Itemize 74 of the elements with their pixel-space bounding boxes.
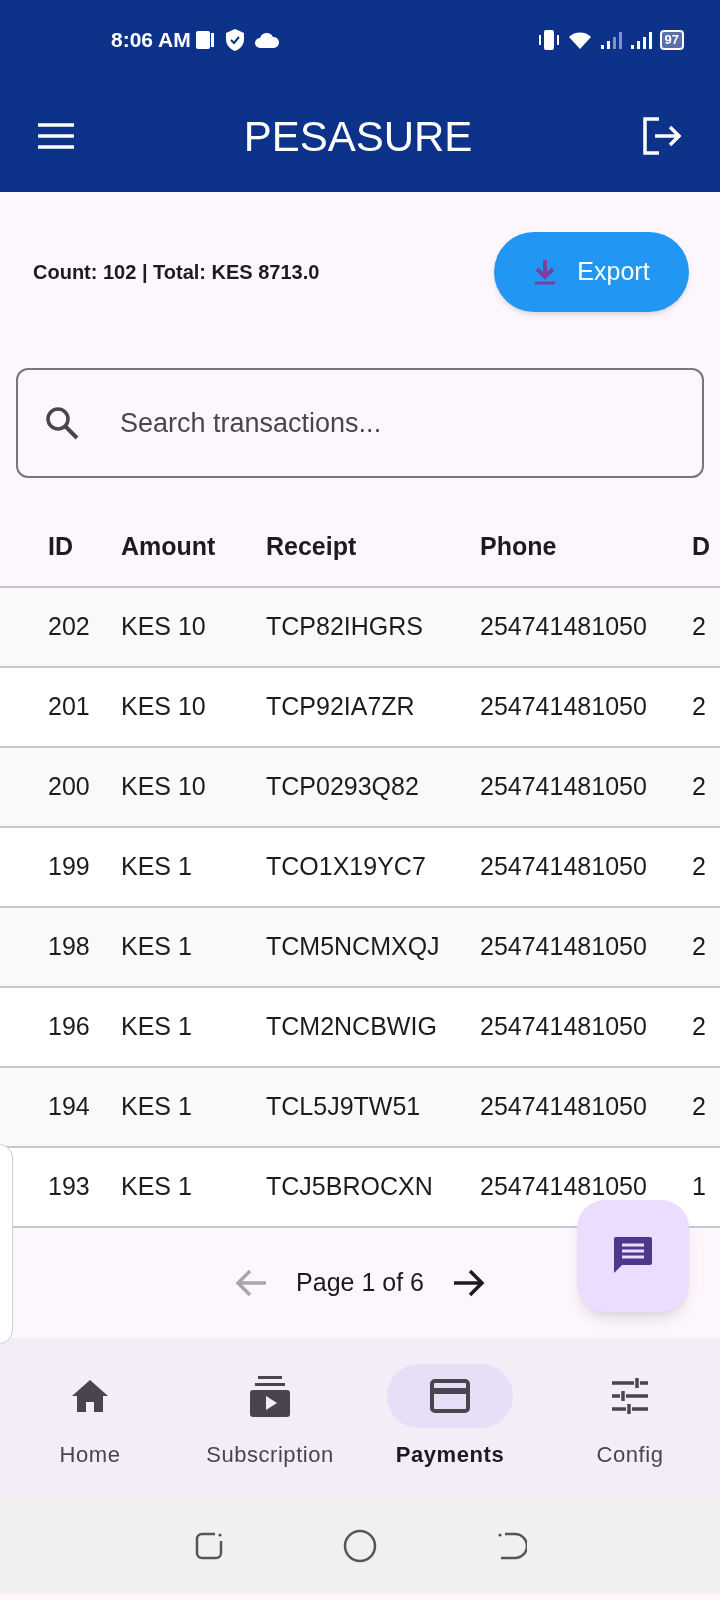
table-cell: 2 [692, 772, 706, 801]
tune-icon [611, 1377, 649, 1415]
table-cell: KES 1 [121, 1012, 192, 1041]
recent-apps-icon[interactable] [193, 1530, 225, 1562]
table-cell: 254741481050 [480, 1012, 647, 1041]
download-icon [533, 258, 558, 286]
next-page-arrow-icon[interactable] [451, 1268, 486, 1298]
nav-label[interactable]: Home [59, 1438, 121, 1471]
table-cell: 254741481050 [480, 612, 647, 641]
table-cell: 202 [48, 612, 90, 641]
table-cell: KES 1 [121, 932, 192, 961]
table-cell: 254741481050 [480, 1172, 647, 1201]
status-time: 8:06 AM [111, 27, 191, 54]
nav-label[interactable]: Config [596, 1438, 664, 1471]
notification-icon [193, 29, 216, 51]
wifi-icon [567, 30, 592, 50]
table-cell: 193 [48, 1172, 90, 1201]
table-cell: 254741481050 [480, 852, 647, 881]
table-cell: 2 [692, 1012, 706, 1041]
table-cell: 2 [692, 612, 706, 641]
page-indicator: Page 1 of 6 [296, 1267, 424, 1299]
table-cell: 198 [48, 932, 90, 961]
signal-icon [599, 30, 624, 50]
table-cell: 196 [48, 1012, 90, 1041]
home-icon [70, 1378, 110, 1414]
column-header: D [692, 532, 711, 561]
battery-indicator: 97 [659, 30, 684, 50]
table-cell: 194 [48, 1092, 90, 1121]
table-cell: 201 [48, 692, 90, 721]
table-cell: 2 [692, 852, 706, 881]
table-cell: KES 1 [121, 1092, 192, 1121]
table-cell: TCM5NCMXQJ [266, 932, 440, 961]
vibrate-icon [537, 28, 560, 52]
table-cell: 200 [48, 772, 90, 801]
home-button-icon[interactable] [343, 1529, 377, 1563]
table-cell: 254741481050 [480, 932, 647, 961]
table-cell: TCJ5BROCXN [266, 1172, 433, 1201]
table-cell: TCM2NCBWIG [266, 1012, 437, 1041]
search-icon [44, 405, 80, 441]
table-cell: TCP0293Q82 [266, 772, 419, 801]
cloud-icon [253, 31, 280, 49]
app-title: PESASURE [243, 111, 473, 162]
column-header: Amount [121, 532, 216, 561]
column-header: ID [48, 532, 73, 561]
table-cell: 254741481050 [480, 692, 647, 721]
search-field[interactable]: Search transactions... [16, 368, 704, 478]
menu-icon[interactable] [37, 122, 75, 150]
table-cell: TCP82IHGRS [266, 612, 423, 641]
column-header: Receipt [266, 532, 357, 561]
nav-label[interactable]: Payments [395, 1438, 505, 1471]
table-cell: 2 [692, 932, 706, 961]
subscriptions-icon [250, 1375, 290, 1417]
signal-icon [629, 30, 654, 50]
table-cell: TCO1X19YC7 [266, 852, 426, 881]
logout-icon[interactable] [641, 117, 683, 155]
column-header: Phone [480, 532, 557, 561]
table-cell: KES 10 [121, 612, 206, 641]
table-cell: KES 1 [121, 1172, 192, 1201]
table-cell: KES 1 [121, 852, 192, 881]
table-cell: TCL5J9TW51 [266, 1092, 421, 1121]
table-cell: 2 [692, 692, 706, 721]
table-cell: TCP92IA7ZR [266, 692, 415, 721]
table-cell: 254741481050 [480, 772, 647, 801]
nav-label[interactable]: Subscription [206, 1438, 334, 1471]
chat-button[interactable] [577, 1200, 689, 1312]
table-cell: KES 10 [121, 772, 206, 801]
table-cell: 1 [692, 1172, 706, 1201]
table-cell: 199 [48, 852, 90, 881]
summary-text: Count: 102 | Total: KES 8713.0 [33, 260, 320, 285]
table-cell: 254741481050 [480, 1092, 647, 1121]
table-cell: KES 10 [121, 692, 206, 721]
credit-card-icon [430, 1379, 470, 1413]
shield-icon [223, 28, 246, 52]
table-cell: 2 [692, 1092, 706, 1121]
